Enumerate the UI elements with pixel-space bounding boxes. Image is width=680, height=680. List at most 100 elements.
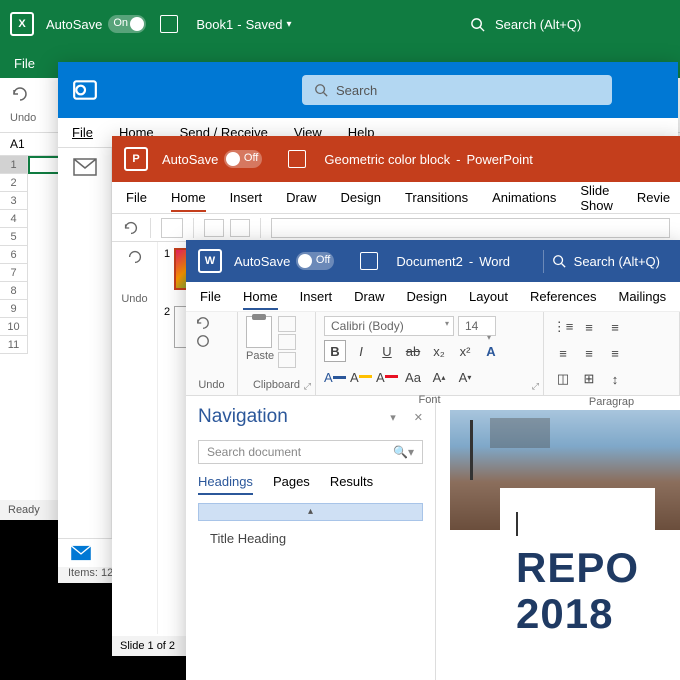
save-icon[interactable] bbox=[360, 252, 378, 270]
italic-button[interactable]: I bbox=[350, 340, 372, 362]
shading-button[interactable]: ◫ bbox=[552, 368, 574, 390]
document-title-block: REPO 2018 bbox=[500, 488, 655, 661]
menu-home[interactable]: Home bbox=[171, 190, 206, 212]
undo-icon[interactable] bbox=[10, 84, 30, 104]
dialog-launcher-icon[interactable]: ⤢ bbox=[304, 381, 311, 392]
save-icon[interactable] bbox=[160, 15, 178, 33]
powerpoint-titlebar: P AutoSave Off Geometric color block - P… bbox=[112, 136, 680, 182]
tab-results[interactable]: Results bbox=[330, 474, 373, 495]
tab-headings[interactable]: Headings bbox=[198, 474, 253, 495]
font-name-select[interactable]: Calibri (Body) bbox=[324, 316, 454, 336]
menu-file[interactable]: File bbox=[72, 125, 93, 140]
tab-pages[interactable]: Pages bbox=[273, 474, 310, 495]
multilevel-button[interactable]: ≡ bbox=[604, 316, 626, 338]
search-icon bbox=[552, 254, 566, 268]
document-area[interactable]: REPO 2018 bbox=[436, 396, 680, 680]
font-size-select[interactable]: 14 bbox=[458, 316, 496, 336]
change-case-button[interactable]: Aa bbox=[402, 366, 424, 388]
align-left-button[interactable]: ≡ bbox=[552, 342, 574, 364]
bullets-button[interactable]: ⋮≡ bbox=[552, 316, 574, 338]
word-window: W AutoSave Off Document2 - Word Search (… bbox=[186, 240, 680, 680]
search-box[interactable]: Search bbox=[302, 75, 612, 105]
borders-button[interactable]: ⊞ bbox=[578, 368, 600, 390]
font-color-button[interactable]: A bbox=[350, 366, 372, 388]
shrink-font-button[interactable]: A▾ bbox=[454, 366, 476, 388]
excel-logo-icon: X bbox=[10, 12, 34, 36]
redo-icon[interactable] bbox=[194, 334, 212, 348]
item-count: Items: 12 bbox=[68, 567, 113, 579]
autosave-toggle[interactable]: AutoSave On bbox=[46, 15, 146, 33]
heading-item[interactable]: Title Heading bbox=[198, 527, 423, 550]
font-selector[interactable] bbox=[271, 218, 670, 238]
menu-draw[interactable]: Draw bbox=[354, 289, 384, 304]
menu-animations[interactable]: Animations bbox=[492, 190, 556, 205]
menu-draw[interactable]: Draw bbox=[286, 190, 316, 205]
menu-home[interactable]: Home bbox=[243, 289, 278, 310]
nav-search-input[interactable]: Search document 🔍▾ bbox=[198, 440, 423, 464]
font-color-button[interactable]: A bbox=[376, 366, 398, 388]
autosave-toggle[interactable]: AutoSave Off bbox=[162, 150, 262, 168]
underline-button[interactable]: U bbox=[376, 340, 398, 362]
menu-layout[interactable]: Layout bbox=[469, 289, 508, 304]
strikethrough-button[interactable]: ab bbox=[402, 340, 424, 362]
undo-icon[interactable] bbox=[194, 316, 212, 330]
align-center-button[interactable]: ≡ bbox=[578, 342, 600, 364]
grow-font-button[interactable]: A▴ bbox=[428, 366, 450, 388]
menu-insert[interactable]: Insert bbox=[300, 289, 333, 304]
doc-title: Book1 bbox=[196, 17, 233, 32]
menu-file[interactable]: File bbox=[14, 56, 35, 71]
layout-icon[interactable] bbox=[230, 219, 250, 237]
menu-slideshow[interactable]: Slide Show bbox=[580, 183, 613, 213]
toggle-off-icon[interactable]: Off bbox=[296, 252, 334, 270]
app-name: Word bbox=[479, 254, 510, 269]
paste-icon[interactable] bbox=[161, 218, 183, 238]
paste-icon[interactable] bbox=[246, 316, 272, 348]
search-box[interactable]: Search (Alt+Q) bbox=[543, 250, 668, 273]
jump-to-beginning[interactable]: ▴ bbox=[198, 503, 423, 521]
mail-icon[interactable] bbox=[70, 545, 92, 561]
numbering-button[interactable]: ≡ bbox=[578, 316, 600, 338]
report-title[interactable]: REPO bbox=[516, 545, 639, 591]
toggle-on-icon[interactable]: On bbox=[108, 15, 146, 33]
menu-file[interactable]: File bbox=[200, 289, 221, 304]
search-icon[interactable]: 🔍▾ bbox=[393, 445, 414, 459]
menu-insert[interactable]: Insert bbox=[230, 190, 263, 205]
word-logo-icon: W bbox=[198, 249, 222, 273]
font-group: Calibri (Body) 14 B I U ab x₂ x² A A A A… bbox=[316, 312, 544, 395]
search-box[interactable]: Search (Alt+Q) bbox=[450, 11, 670, 38]
new-slide-icon[interactable] bbox=[204, 219, 224, 237]
dialog-launcher-icon[interactable]: ⤢ bbox=[532, 381, 539, 392]
subscript-button[interactable]: x₂ bbox=[428, 340, 450, 362]
report-year[interactable]: 2018 bbox=[516, 591, 639, 637]
menu-review[interactable]: Revie bbox=[637, 190, 670, 205]
text-effects-button[interactable]: A bbox=[480, 340, 502, 362]
align-right-button[interactable]: ≡ bbox=[604, 342, 626, 364]
menu-mailings[interactable]: Mailings bbox=[619, 289, 667, 304]
search-icon bbox=[470, 17, 485, 32]
autosave-label: AutoSave bbox=[46, 17, 102, 32]
menu-file[interactable]: File bbox=[126, 190, 147, 205]
new-mail-icon[interactable] bbox=[73, 158, 97, 176]
format-painter-icon[interactable] bbox=[278, 352, 296, 368]
bold-button[interactable]: B bbox=[324, 340, 346, 362]
dropdown-icon[interactable]: ▾ bbox=[390, 411, 396, 424]
autosave-toggle[interactable]: AutoSave Off bbox=[234, 252, 334, 270]
menu-design[interactable]: Design bbox=[407, 289, 447, 304]
outlook-logo-icon bbox=[72, 77, 98, 103]
superscript-button[interactable]: x² bbox=[454, 340, 476, 362]
cut-icon[interactable] bbox=[278, 316, 296, 332]
undo-group: Undo bbox=[112, 242, 158, 634]
undo-icon[interactable] bbox=[126, 248, 144, 266]
nav-title: Navigation ▾ ✕ bbox=[198, 406, 423, 428]
menu-design[interactable]: Design bbox=[341, 190, 381, 205]
menu-transitions[interactable]: Transitions bbox=[405, 190, 468, 205]
toggle-off-icon[interactable]: Off bbox=[224, 150, 262, 168]
close-icon[interactable]: ✕ bbox=[414, 411, 423, 424]
menu-references[interactable]: References bbox=[530, 289, 596, 304]
save-icon[interactable] bbox=[288, 150, 306, 168]
copy-icon[interactable] bbox=[278, 334, 296, 350]
undo-icon[interactable] bbox=[122, 219, 140, 237]
text-highlight-button[interactable]: A bbox=[324, 366, 346, 388]
sort-button[interactable]: ↕ bbox=[604, 368, 626, 390]
undo-group: Undo bbox=[186, 312, 238, 395]
